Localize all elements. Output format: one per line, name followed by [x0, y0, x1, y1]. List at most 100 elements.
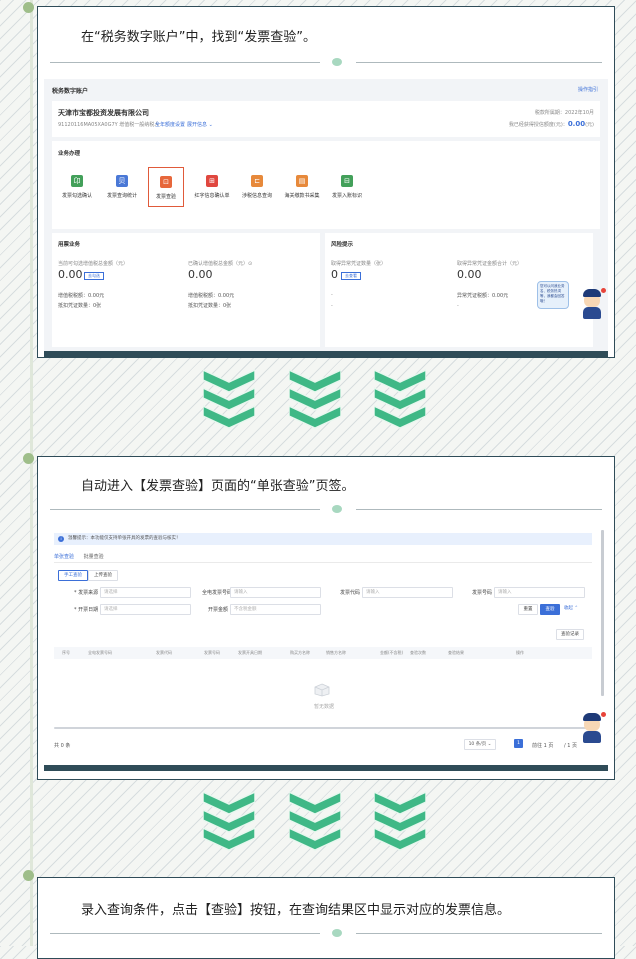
amount-label: 开票金额	[208, 607, 229, 613]
upload-verify-tab[interactable]: 上传查验	[88, 570, 118, 581]
screenshot-tax-account: 税务数字账户 操作指引 天津市宝都投资发展有限公司 91120116MA05XA…	[44, 79, 608, 357]
func-red-letter[interactable]: ⊞ 红字信息确认单	[193, 167, 231, 207]
horizontal-scrollbar[interactable]	[54, 727, 588, 729]
col-header: 购买方名称	[290, 650, 310, 655]
usage-col1-value: 0.00	[58, 268, 83, 281]
func-invoice-account[interactable]: ⊟ 发票入账标识	[328, 167, 366, 207]
invoice-stats-icon: 贝	[116, 175, 128, 187]
assistant-bubble: 您可以问我业务名、税务热词等，我都会回答哦！	[537, 281, 569, 309]
code-input[interactable]: 请输入	[362, 587, 453, 598]
page-size-select[interactable]: 10 条/页 ⌄	[464, 739, 496, 750]
company-name: 天津市宝都投资发展有限公司	[58, 109, 149, 117]
verify-record-button[interactable]: 查验记录	[556, 629, 584, 640]
risk-row: 异常凭证税额：0.00元	[457, 293, 509, 299]
dash: -	[331, 303, 333, 309]
section-title: 业务办理	[58, 151, 81, 157]
view-button[interactable]: 去查看	[341, 272, 361, 280]
dash: -	[331, 292, 333, 298]
chevron-down-icon	[288, 368, 342, 430]
func-label: 海关缴款书采集	[284, 193, 320, 199]
usage-title: 用票业务	[58, 242, 81, 248]
usage-panel: 用票业务 当前可勾选增值税总金额（元） 0.00 去勾选 已确认增值税总金额（元…	[52, 233, 320, 347]
dash: -	[457, 303, 459, 309]
col-header: 查验结果	[448, 650, 464, 655]
notice-text: 温馨提示：本功能仅支持单张开具的发票的查验与核实！	[68, 536, 181, 541]
source-select[interactable]: 请选择	[100, 587, 191, 598]
chevron-down-icon	[202, 790, 256, 852]
table-header: 序号 全电发票号码 发票代码 发票号码 发票开具日期 购买方名称 销售方名称 金…	[54, 647, 592, 659]
func-invoice-verify[interactable]: ⊡ 发票查验	[148, 167, 184, 207]
empty-box-icon	[314, 683, 330, 697]
func-tax-info[interactable]: ⊏ 涉税信息查询	[238, 167, 276, 207]
assistant-avatar-icon[interactable]	[580, 712, 606, 743]
date-label: * 开票日期	[74, 607, 99, 613]
col-header: 全电发票号码	[88, 650, 112, 655]
func-invoice-select[interactable]: 卬发票勾选确认	[58, 167, 96, 207]
col-header: 发票开具日期	[238, 650, 262, 655]
col-header: 发票号码	[204, 650, 220, 655]
empty-text: 暂无数据	[314, 704, 335, 710]
manual-verify-tab[interactable]: 手工查验	[58, 570, 88, 581]
quota-tag[interactable]: 全年额度设置	[155, 121, 185, 128]
collapse-button[interactable]: 收起 ⌃	[562, 604, 580, 613]
chevron-down-icon	[373, 790, 427, 852]
step-card-3: 录入查询条件，点击【查验】按钮，在查询结果区中显示对应的发票信息。	[37, 877, 615, 959]
col-header: 查验次数	[410, 650, 426, 655]
credit-unit: (元)	[585, 122, 594, 128]
fullnum-input[interactable]: 请输入	[230, 587, 321, 598]
expand-info-link[interactable]: 展开信息 ⌄	[187, 121, 213, 128]
invoice-verify-icon: ⊡	[160, 176, 172, 188]
goto-page[interactable]: 前往 1 页	[532, 742, 553, 749]
func-invoice-stats[interactable]: 贝发票查询统计	[103, 167, 141, 207]
tax-period: 税款所属期：2022年10月	[534, 110, 594, 116]
assistant-avatar-icon[interactable]	[580, 288, 606, 319]
usage-row: 增值税税额：0.00元	[58, 293, 105, 299]
source-label: * 发票来源	[74, 590, 99, 596]
func-label: 发票查询统计	[106, 193, 137, 199]
credit-line: 我已经获得授信额度(元)：0.00(元)	[509, 120, 594, 128]
reset-button[interactable]: 重置	[518, 604, 538, 615]
func-label: 发票勾选确认	[61, 193, 92, 199]
usage-row: 抵扣凭证数量：0张	[58, 303, 102, 309]
select-button[interactable]: 去勾选	[84, 272, 104, 280]
usage-col1-label: 当前可勾选增值税总金额（元）	[58, 261, 129, 267]
usage-row: 抵扣凭证数量：0张	[188, 303, 232, 309]
step-instruction: 自动进入【发票查验】页面的“单张查验”页签。	[81, 479, 355, 494]
credit-label: 我已经获得授信额度(元)：	[508, 122, 568, 128]
col-header: 序号	[62, 650, 70, 655]
step-instruction: 在“税务数字账户”中，找到“发票查验”。	[81, 30, 316, 45]
divider	[50, 503, 602, 515]
number-input[interactable]: 请输入	[494, 587, 585, 598]
business-panel: 业务办理 卬发票勾选确认 贝发票查询统计 ⊡ 发票查验 ⊞ 红字信息确认单 ⊏ 涉税信…	[52, 141, 600, 229]
col-header: 销售方名称	[326, 650, 346, 655]
usage-row: 增值税税额：0.00元	[188, 293, 235, 299]
risk-col1-value: 0	[331, 268, 338, 281]
risk-title: 风险提示	[331, 242, 354, 248]
guide-link[interactable]: 操作指引	[578, 86, 598, 93]
date-picker[interactable]: 请选择	[100, 604, 191, 615]
credit-value: 0.00	[567, 120, 586, 128]
page-title: 税务数字账户	[52, 88, 89, 95]
amount-input[interactable]: 不含税金额	[230, 604, 321, 615]
number-label: 发票号码	[472, 590, 493, 596]
page-tabs: 单张查验 批量查验	[54, 553, 104, 563]
screenshot-invoice-verify: i 温馨提示：本功能仅支持单张开具的发票的查验与核实！ 单张查验 批量查验 手工…	[44, 525, 608, 771]
timeline-dot	[23, 453, 34, 464]
customs-icon: ▤	[296, 175, 308, 187]
page-1-button[interactable]: 1	[514, 739, 523, 748]
tab-batch[interactable]: 批量查验	[84, 554, 104, 560]
risk-col1-label: 取得异常凭证数量（张）	[331, 261, 387, 267]
timeline-dot	[23, 2, 34, 13]
step-card-1: 在“税务数字账户”中，找到“发票查验”。 税务数字账户 操作指引 天津市宝都投资…	[37, 6, 615, 358]
risk-col2-value: 0.00	[457, 268, 482, 281]
risk-panel: 风险提示 取得异常凭证数量（张） 0 去查看 取得异常凭证金额合计（元） 0.0…	[325, 233, 593, 347]
divider	[50, 56, 602, 68]
chevron-down-icon	[288, 790, 342, 852]
fullnum-label: 全电发票号码	[202, 590, 233, 596]
col-header: 金额(不含税)	[380, 650, 404, 655]
verify-button[interactable]: 查验	[540, 604, 560, 615]
total-count: 共 0 条	[54, 743, 71, 749]
func-customs[interactable]: ▤ 海关缴款书采集	[283, 167, 321, 207]
vertical-scrollbar[interactable]	[601, 530, 604, 696]
total-pages: / 1 页	[564, 743, 578, 749]
